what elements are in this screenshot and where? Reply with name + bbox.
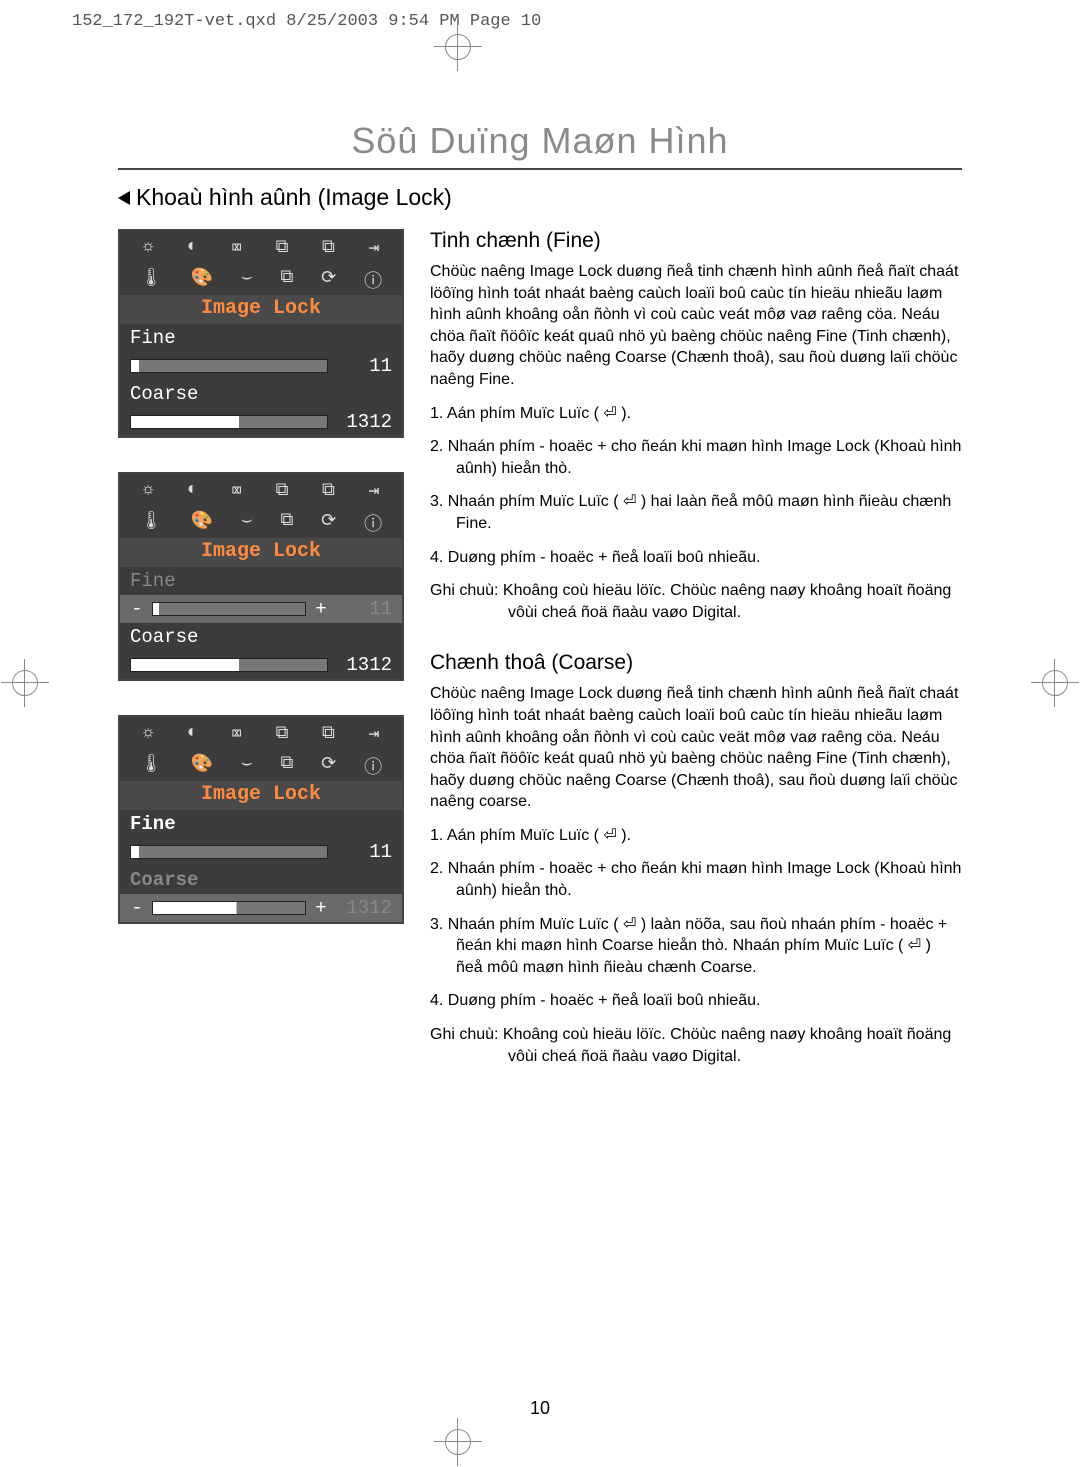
position-icon: ⧉ (276, 723, 289, 745)
osd-fine-value: 11 (336, 355, 392, 377)
osd3-fine-value: 11 (336, 841, 392, 863)
size-icon: ⧉ (322, 480, 335, 502)
lock-icon: ⌧ (231, 480, 242, 502)
layout-icon: ⧉ (280, 267, 293, 293)
expand-icon: ⇥ (368, 480, 379, 502)
fine-step-3: 3. Nhaán phím Muïc Luïc ( ⏎ ) hai laàn ñ… (430, 491, 962, 534)
fine-step-2: 2. Nhaán phím - hoaëc + cho ñeán khi maø… (430, 436, 962, 479)
osd-icon-row2: 🌡 🎨 ⌣ ⧉ ⟳ ⓘ (120, 261, 402, 295)
osd2-coarse-label: Coarse (130, 626, 392, 648)
osd3-fine-slider (130, 845, 328, 859)
temp-icon: 🌡 (140, 267, 163, 293)
osd3-fine-label: Fine (130, 813, 392, 835)
brightness-icon: ☼ (143, 723, 154, 745)
osd3-title: Image Lock (120, 781, 402, 810)
osd2-icon-row2: 🌡 🎨 ⌣ ⧉ ⟳ ⓘ (120, 504, 402, 538)
size-icon: ⧉ (322, 723, 335, 745)
color-icon: 🎨 (191, 753, 213, 779)
page-number: 10 (0, 1398, 1080, 1419)
osd-panel-1: ☼ ◐ ⌧ ⧉ ⧉ ⇥ 🌡 🎨 ⌣ ⧉ ⟳ ⓘ Image Lock Fine (118, 229, 404, 438)
bullet-icon (118, 191, 130, 205)
contrast-icon: ◐ (187, 480, 198, 502)
osd3-icon-row2: 🌡 🎨 ⌣ ⧉ ⟳ ⓘ (120, 747, 402, 781)
lock-icon: ⌧ (231, 237, 242, 259)
osd-title: Image Lock (120, 295, 402, 324)
brightness-icon: ☼ (143, 237, 154, 259)
osd-fine-label: Fine (130, 327, 392, 349)
osd2-fine-label: Fine (130, 570, 392, 592)
osd2-fine-minus[interactable]: - (130, 598, 144, 620)
crop-mark-right (1042, 670, 1068, 696)
brightness-icon: ☼ (143, 480, 154, 502)
expand-icon: ⇥ (368, 237, 379, 259)
osd3-coarse-label: Coarse (130, 869, 392, 891)
coarse-note: Ghi chuù: Khoâng coù hieäu löïc. Chöùc n… (430, 1024, 962, 1067)
color-icon: 🎨 (191, 267, 213, 293)
osd-coarse-slider (130, 415, 328, 429)
layout-icon: ⧉ (280, 510, 293, 536)
reset-icon: ⟳ (321, 267, 336, 293)
fine-step-1: 1. Aán phím Muïc Luïc ( ⏎ ). (430, 403, 962, 425)
osd3-coarse-slider[interactable] (152, 901, 306, 915)
coarse-subtitle: Chænh thoâ (Coarse) (430, 651, 962, 675)
position-icon: ⧉ (276, 237, 289, 259)
fine-subtitle: Tinh chænh (Fine) (430, 229, 962, 253)
misc-icon: ⌣ (241, 510, 253, 536)
temp-icon: 🌡 (140, 510, 163, 536)
crop-mark-bottom (445, 1429, 471, 1455)
reset-icon: ⟳ (321, 753, 336, 779)
expand-icon: ⇥ (368, 723, 379, 745)
osd-icon-row1: ☼ ◐ ⌧ ⧉ ⧉ ⇥ (120, 231, 402, 261)
coarse-paragraph: Chöùc naêng Image Lock duøng ñeå tinh ch… (430, 683, 962, 813)
osd-coarse-value: 1312 (336, 411, 392, 433)
info-icon: ⓘ (364, 753, 382, 779)
osd3-coarse-value: 1312 (336, 897, 392, 919)
section-title: Khoaù hình aûnh (Image Lock) (118, 184, 962, 211)
osd-panel-2: ☼ ◐ ⌧ ⧉ ⧉ ⇥ 🌡 🎨 ⌣ ⧉ ⟳ ⓘ Image Lock Fine (118, 472, 404, 681)
contrast-icon: ◐ (187, 723, 198, 745)
osd3-coarse-minus[interactable]: - (130, 897, 144, 919)
osd3-icon-row1: ☼ ◐ ⌧ ⧉ ⧉ ⇥ (120, 717, 402, 747)
coarse-step-2: 2. Nhaán phím - hoaëc + cho ñeán khi maø… (430, 858, 962, 901)
osd-fine-slider (130, 359, 328, 373)
osd-coarse-label: Coarse (130, 383, 392, 405)
color-icon: 🎨 (191, 510, 213, 536)
fine-paragraph: Chöùc naêng Image Lock duøng ñeå tinh ch… (430, 261, 962, 391)
coarse-step-4: 4. Duøng phím - hoaëc + ñeå loaïi boû nh… (430, 990, 962, 1012)
temp-icon: 🌡 (140, 753, 163, 779)
info-icon: ⓘ (364, 510, 382, 536)
layout-icon: ⧉ (280, 753, 293, 779)
osd2-fine-value: 11 (336, 598, 392, 620)
osd2-coarse-value: 1312 (336, 654, 392, 676)
lock-icon: ⌧ (231, 723, 242, 745)
osd3-coarse-plus[interactable]: + (314, 897, 328, 919)
crop-mark-left (12, 670, 38, 696)
section-title-text: Khoaù hình aûnh (Image Lock) (136, 184, 452, 211)
osd2-fine-slider[interactable] (152, 602, 306, 616)
contrast-icon: ◐ (187, 237, 198, 259)
fine-note: Ghi chuù: Khoâng coù hieäu löïc. Chöùc n… (430, 580, 962, 623)
page-title: Söû Duïng Maøn Hình (118, 120, 962, 170)
info-icon: ⓘ (364, 267, 382, 293)
osd2-icon-row1: ☼ ◐ ⌧ ⧉ ⧉ ⇥ (120, 474, 402, 504)
header-line: 152_172_192T-vet.qxd 8/25/2003 9:54 PM P… (72, 12, 541, 31)
osd2-coarse-slider (130, 658, 328, 672)
reset-icon: ⟳ (321, 510, 336, 536)
misc-icon: ⌣ (241, 753, 253, 779)
osd2-title: Image Lock (120, 538, 402, 567)
osd-panel-3: ☼ ◐ ⌧ ⧉ ⧉ ⇥ 🌡 🎨 ⌣ ⧉ ⟳ ⓘ Image Lock Fine (118, 715, 404, 924)
misc-icon: ⌣ (241, 267, 253, 293)
fine-step-4: 4. Duøng phím - hoaëc + ñeå loaïi boû nh… (430, 547, 962, 569)
coarse-step-3: 3. Nhaán phím Muïc Luïc ( ⏎ ) laàn nöõa,… (430, 914, 962, 979)
coarse-step-1: 1. Aán phím Muïc Luïc ( ⏎ ). (430, 825, 962, 847)
osd2-fine-plus[interactable]: + (314, 598, 328, 620)
crop-mark-top (445, 34, 471, 60)
position-icon: ⧉ (276, 480, 289, 502)
size-icon: ⧉ (322, 237, 335, 259)
